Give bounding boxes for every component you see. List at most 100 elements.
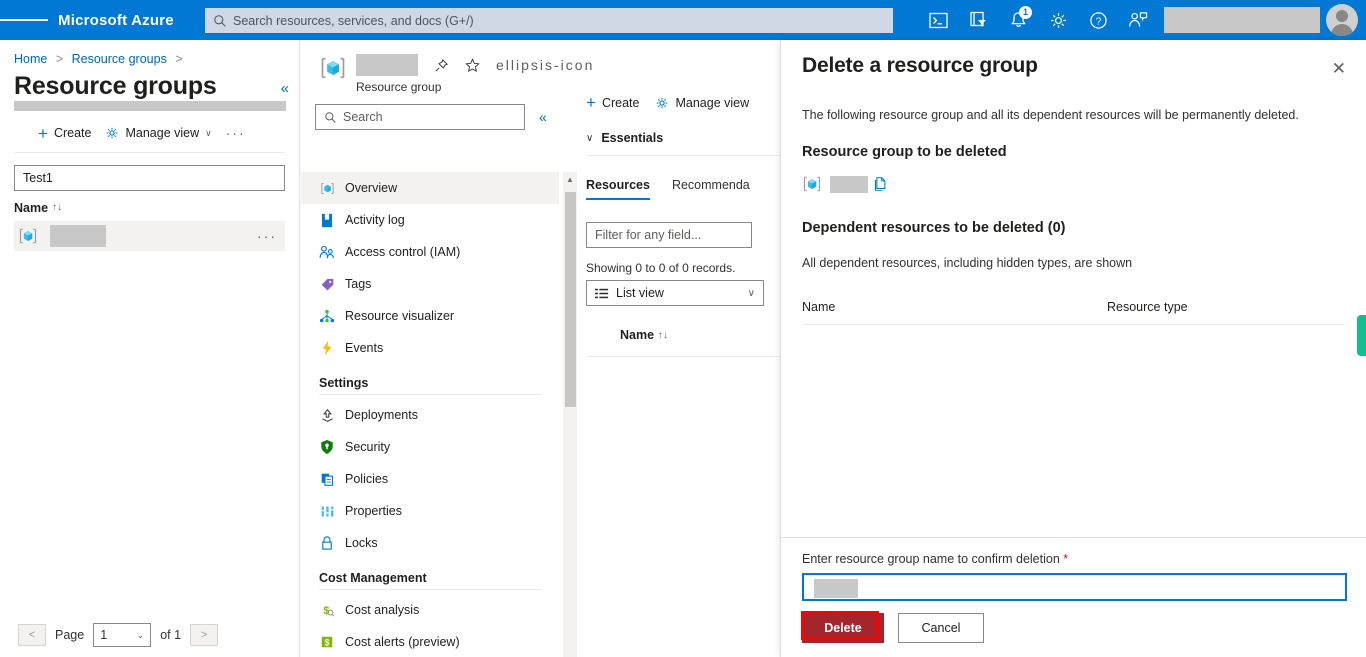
pagination: < Page 1 ⌄ of 1 >: [0, 623, 300, 647]
global-search-placeholder: Search resources, services, and docs (G+…: [233, 13, 474, 28]
directories-subscriptions-icon[interactable]: [958, 0, 998, 40]
confirm-name-input[interactable]: [802, 573, 1347, 601]
required-field-marker: *: [1063, 552, 1069, 566]
breadcrumb-item-home[interactable]: Home: [14, 52, 47, 66]
overview-command-bar: + Create Manage view: [586, 80, 781, 111]
table-header-resource-type: Resource type: [1107, 300, 1188, 314]
create-label: Create: [53, 126, 92, 141]
hamburger-menu-icon[interactable]: [0, 0, 48, 40]
feedback-person-icon[interactable]: [1118, 0, 1158, 40]
star-icon[interactable]: [465, 57, 480, 73]
overview-content-area: + Create Manage view ∨ Essentials Resour…: [586, 80, 781, 657]
page-number-select[interactable]: 1 ⌄: [93, 623, 152, 647]
chevron-down-icon: ⌄: [136, 629, 145, 640]
nav-item-properties[interactable]: Properties: [301, 495, 559, 527]
blade-collapse-icon[interactable]: «: [539, 109, 547, 125]
overview-manage-view-button[interactable]: Manage view: [655, 96, 749, 110]
resources-column-header-name[interactable]: Name ↑↓: [586, 328, 781, 342]
collapse-panel-icon[interactable]: «: [281, 72, 289, 97]
nav-item-cost-analysis[interactable]: $ Cost analysis: [301, 594, 559, 626]
lock-icon: [319, 535, 335, 551]
essentials-toggle[interactable]: ∨ Essentials: [586, 111, 781, 145]
chevron-down-icon: ∨: [205, 127, 212, 138]
resource-group-filter-input[interactable]: Test1: [14, 164, 285, 191]
feedback-side-tab[interactable]: [1357, 315, 1366, 356]
search-icon: [214, 14, 226, 27]
resource-group-name-redacted: [46, 224, 257, 247]
delete-button[interactable]: Delete: [802, 613, 884, 643]
nav-item-label: Overview: [345, 181, 398, 195]
pin-icon[interactable]: [434, 58, 449, 73]
view-mode-value: List view: [616, 286, 664, 300]
nav-item-label: Tags: [345, 277, 372, 291]
nav-item-tags[interactable]: Tags: [301, 268, 559, 300]
blade-more-icon[interactable]: ellipsis-icon: [496, 57, 594, 73]
nav-item-activity-log[interactable]: Activity log: [301, 204, 559, 236]
resources-filter-input[interactable]: Filter for any field...: [586, 222, 752, 248]
next-page-button[interactable]: >: [190, 624, 219, 646]
nav-item-overview[interactable]: Overview: [301, 172, 559, 204]
copy-icon[interactable]: [872, 176, 888, 192]
nav-item-label: Resource visualizer: [345, 309, 455, 323]
account-info-redacted[interactable]: [1164, 7, 1320, 33]
table-header-row: Name Resource type: [802, 300, 1345, 324]
gear-icon: [657, 97, 668, 108]
notification-count-badge: 1: [1019, 6, 1032, 19]
close-icon[interactable]: ✕: [1332, 54, 1346, 77]
create-button[interactable]: + Create: [38, 125, 91, 142]
previous-page-button[interactable]: <: [18, 624, 46, 646]
nav-item-locks[interactable]: Locks: [301, 527, 559, 559]
resource-group-blade: ellipsis-icon Resource group Search « Ov…: [301, 40, 781, 657]
events-lightning-icon: [319, 340, 335, 356]
table-row[interactable]: ···: [14, 220, 285, 251]
chevron-down-icon: ∨: [747, 287, 755, 299]
scrollbar-thumb[interactable]: [565, 192, 576, 407]
resource-group-icon: [319, 180, 335, 196]
nav-item-access-control[interactable]: Access control (IAM): [301, 236, 559, 268]
more-commands-icon[interactable]: ···: [226, 125, 246, 141]
row-context-menu-icon[interactable]: ···: [257, 228, 277, 244]
nav-item-security[interactable]: Security: [301, 431, 559, 463]
azure-brand-title[interactable]: Microsoft Azure: [48, 12, 174, 29]
section-dependent-resources-title: Dependent resources to be deleted (0): [802, 220, 1066, 236]
security-shield-icon: [319, 439, 335, 455]
top-bar-icon-group: 1 ?: [918, 0, 1366, 40]
dialog-title: Delete a resource group: [802, 54, 1038, 77]
overview-tabs: Resources Recommenda: [586, 156, 781, 200]
list-column-header-name[interactable]: Name ↑↓: [0, 191, 299, 221]
user-avatar[interactable]: [1326, 4, 1358, 36]
resource-group-icon: [321, 57, 345, 79]
breadcrumb: Home > Resource groups >: [0, 40, 299, 66]
manage-view-button[interactable]: Manage view ∨: [105, 126, 212, 140]
view-mode-select[interactable]: List view ∨: [586, 280, 764, 306]
cancel-button[interactable]: Cancel: [898, 613, 984, 643]
cloud-shell-icon[interactable]: [918, 0, 958, 40]
nav-group-settings-title: Settings: [319, 376, 369, 390]
help-question-icon[interactable]: ?: [1078, 0, 1118, 40]
nav-item-resource-visualizer[interactable]: Resource visualizer: [301, 300, 559, 332]
total-pages-label: of 1: [160, 628, 182, 642]
directory-subtitle: directory: [0, 100, 286, 115]
blade-subtitle: Resource group: [356, 80, 442, 94]
settings-gear-icon[interactable]: [1038, 0, 1078, 40]
overview-create-button[interactable]: + Create: [586, 94, 639, 111]
breadcrumb-item-resource-groups[interactable]: Resource groups: [72, 52, 167, 66]
essentials-label: Essentials: [601, 131, 664, 145]
nav-item-label: Deployments: [345, 408, 418, 422]
tags-icon: [319, 276, 335, 292]
nav-item-policies[interactable]: Policies: [301, 463, 559, 495]
resource-groups-list-panel: Home > Resource groups > Resource groups…: [0, 40, 300, 657]
tab-resources[interactable]: Resources: [586, 178, 650, 200]
nav-item-cost-alerts[interactable]: $ Cost alerts (preview): [301, 626, 559, 657]
nav-item-deployments[interactable]: Deployments: [301, 399, 559, 431]
global-search-input[interactable]: Search resources, services, and docs (G+…: [205, 8, 893, 33]
nav-item-label: Cost alerts (preview): [345, 635, 460, 649]
blade-nav-scrollbar[interactable]: ▲ ▼: [563, 172, 577, 657]
tab-recommendations[interactable]: Recommenda: [672, 178, 750, 200]
plus-icon: +: [38, 123, 48, 143]
scroll-up-arrow-icon[interactable]: ▲: [563, 172, 577, 186]
nav-item-events[interactable]: Events: [301, 332, 559, 364]
blade-search-input[interactable]: Search: [315, 104, 525, 130]
records-count-label: Showing 0 to 0 of 0 records.: [586, 261, 736, 275]
notifications-bell-icon[interactable]: 1: [998, 0, 1038, 40]
